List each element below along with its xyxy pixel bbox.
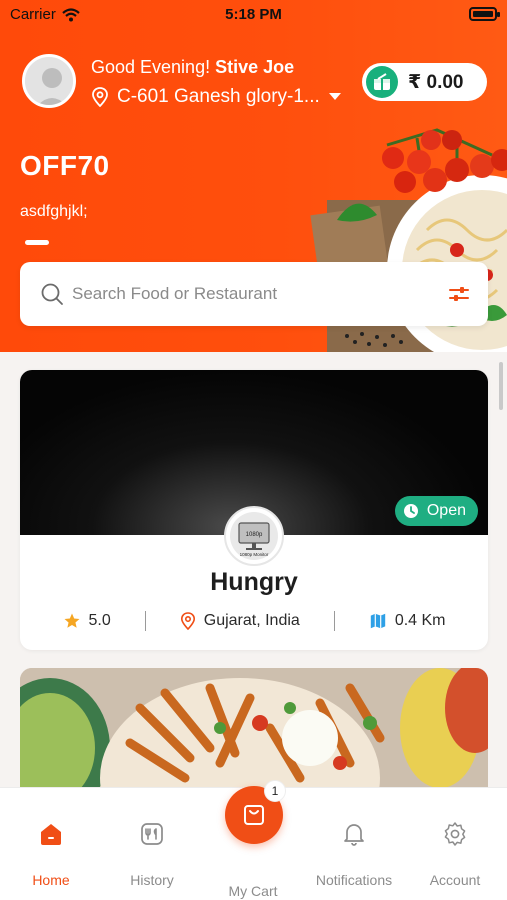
chevron-down-icon	[328, 93, 341, 100]
status-time: 5:18 PM	[225, 6, 282, 23]
scrollbar[interactable]	[499, 362, 503, 410]
wallet-balance-button[interactable]: ₹ 0.00	[362, 63, 487, 101]
bell-icon	[344, 824, 364, 846]
food-photo	[20, 668, 488, 788]
status-bar: Carrier 5:18 PM	[0, 0, 507, 30]
restaurant-name: Hungry	[210, 568, 298, 596]
shopping-bag-icon	[244, 805, 264, 825]
map-icon	[370, 613, 386, 629]
restaurant-logo: 1080p 1080p Monitor	[224, 506, 284, 566]
nav-cart-label[interactable]: My Cart	[203, 883, 303, 899]
search-bar[interactable]: Search Food or Restaurant	[20, 262, 488, 326]
nav-account[interactable]: Account	[405, 818, 505, 888]
promo-subtitle: asdfghjkl;	[20, 203, 88, 220]
greeting-prefix: Good Evening!	[91, 57, 211, 77]
location-text: Gujarat, India	[203, 612, 300, 629]
bottom-navigation: Home History 1 My Cart Notifications Acc…	[0, 780, 507, 900]
logo-text-bottom: 1080p Monitor	[240, 552, 269, 557]
monitor-logo-icon: 1080p 1080p Monitor	[230, 512, 278, 560]
address-text: C-601 Ganesh glory-1...	[117, 86, 320, 107]
carousel-indicator[interactable]	[25, 240, 49, 245]
hero-banner: Good Evening! Stive Joe C-601 Ganesh glo…	[0, 0, 507, 352]
promo-title: OFF70	[20, 150, 110, 181]
cart-count-badge: 1	[264, 780, 286, 802]
meta-divider	[144, 611, 146, 631]
restaurant-card-image[interactable]	[20, 668, 488, 788]
greeting-text: Good Evening! Stive Joe	[91, 57, 294, 78]
status-badge: Open	[394, 496, 478, 526]
nav-account-label: Account	[429, 872, 481, 888]
address-selector[interactable]: C-601 Ganesh glory-1...	[91, 86, 342, 108]
search-icon	[41, 283, 63, 305]
nav-home[interactable]: Home	[1, 818, 101, 888]
search-input[interactable]: Search Food or Restaurant	[72, 284, 448, 304]
gear-icon	[444, 822, 466, 846]
meta-divider	[333, 611, 335, 631]
location-pin-icon	[180, 612, 195, 631]
home-icon	[41, 824, 61, 845]
nav-history[interactable]: History	[102, 818, 202, 888]
location-pin-icon	[92, 87, 108, 107]
wallet-amount: ₹ 0.00	[408, 71, 464, 93]
battery-icon	[469, 7, 500, 21]
user-avatar[interactable]	[22, 54, 76, 108]
history-icon	[141, 823, 163, 845]
distance: 0.4 Km	[369, 612, 446, 630]
nav-home-label: Home	[32, 872, 70, 888]
nav-history-label: History	[130, 872, 174, 888]
wallet-icon	[366, 66, 398, 98]
avatar-placeholder-icon	[25, 57, 73, 105]
user-name: Stive Joe	[215, 57, 295, 77]
nav-notifications[interactable]: Notifications	[304, 818, 404, 888]
clock-icon	[403, 504, 418, 518]
filter-icon[interactable]	[448, 283, 470, 305]
nav-notifications-label: Notifications	[315, 872, 393, 888]
star-icon	[64, 613, 79, 628]
rating: 5.0	[63, 612, 111, 630]
rating-value: 5.0	[88, 612, 111, 629]
distance-text: 0.4 Km	[394, 612, 446, 629]
status-text: Open	[426, 502, 466, 519]
logo-text-top: 1080p	[246, 532, 263, 538]
restaurant-card[interactable]: Open 1080p 1080p Monitor Hungry 5.0 Guja…	[20, 370, 488, 650]
location: Gujarat, India	[180, 611, 300, 631]
restaurant-meta: 5.0 Gujarat, India 0.4 Km	[20, 608, 488, 634]
